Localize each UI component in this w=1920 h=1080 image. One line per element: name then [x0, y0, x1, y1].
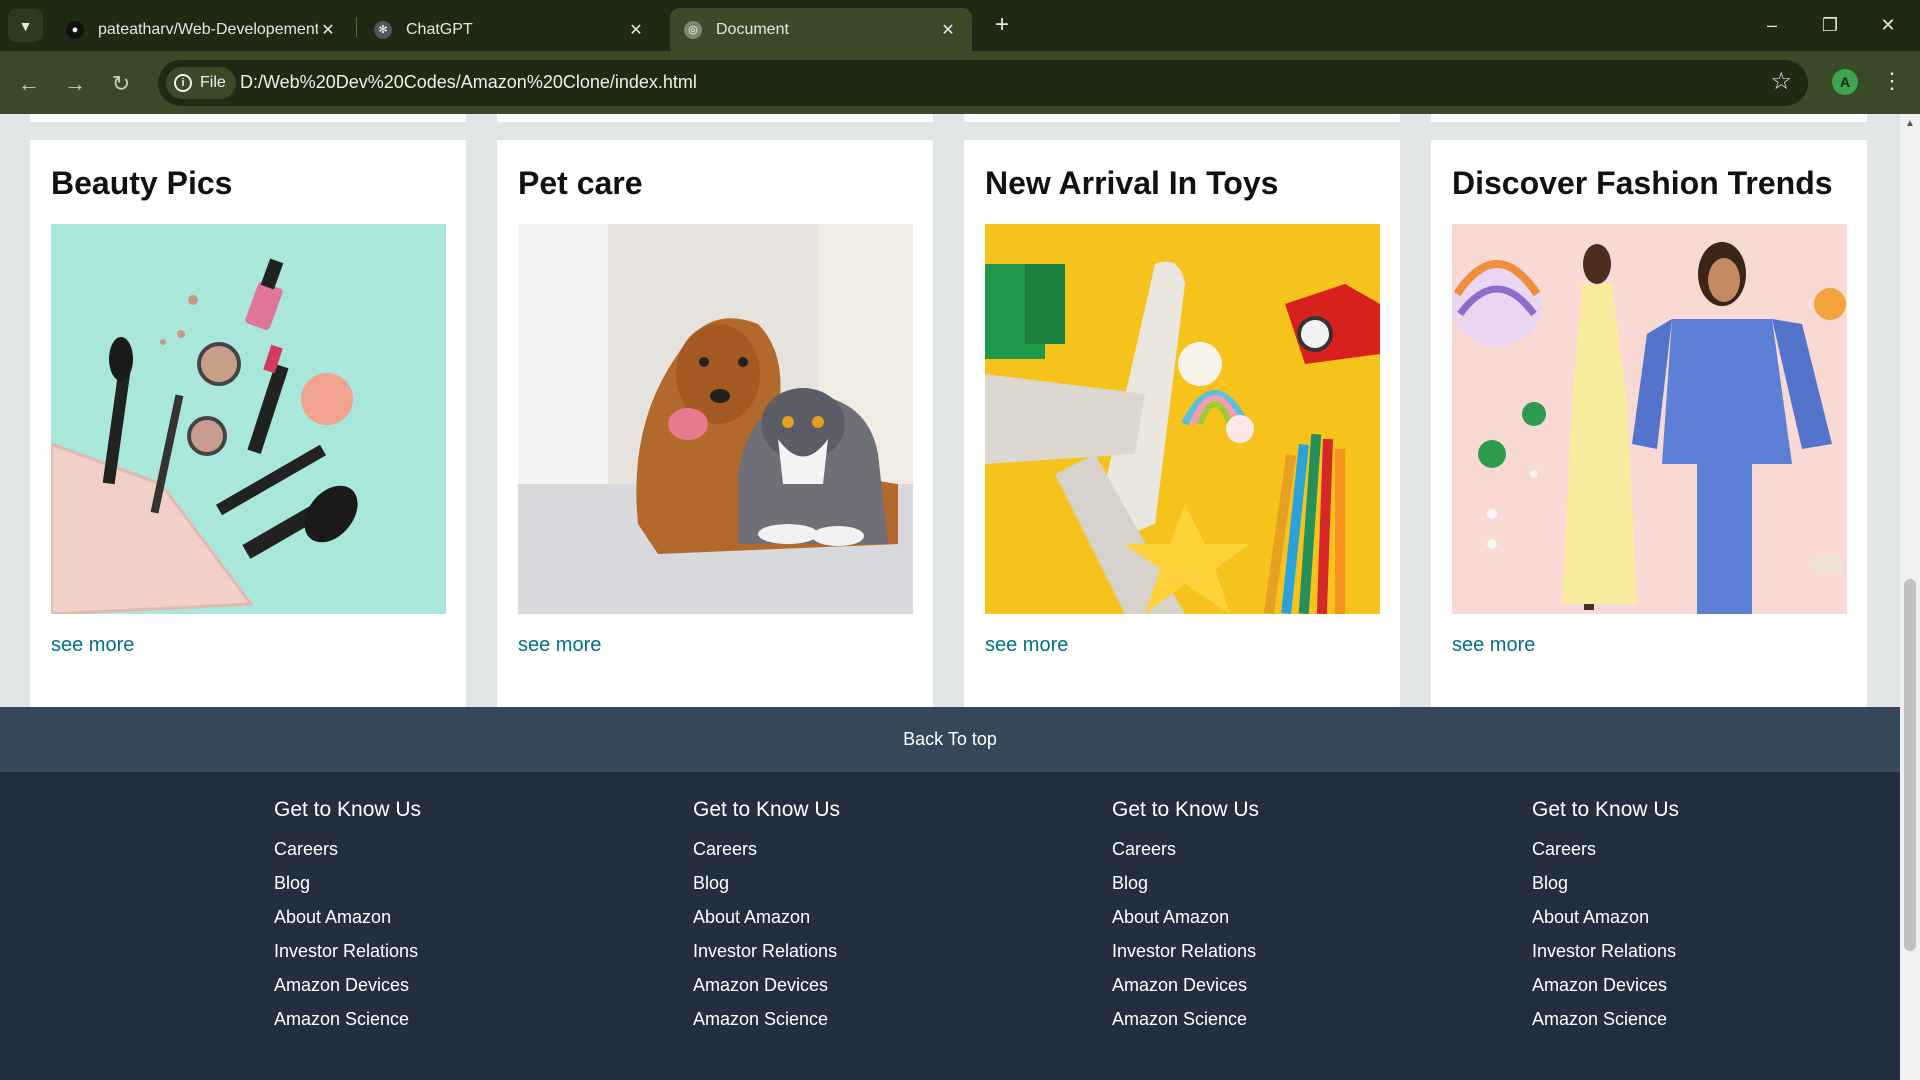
footer-link-blog[interactable]: Blog — [1532, 866, 1679, 900]
fashion-models-image[interactable] — [1452, 224, 1847, 614]
info-icon: i — [174, 74, 192, 92]
footer-link-amazon-devices[interactable]: Amazon Devices — [693, 968, 840, 1002]
close-tab-icon[interactable]: ✕ — [626, 20, 646, 40]
site-info-chip[interactable]: i File — [166, 67, 236, 99]
tab-github[interactable]: ● pateatharv/Web-Developement ✕ — [52, 8, 352, 51]
product-card-pet-care: Pet care see more — [497, 140, 933, 707]
card-title: Discover Fashion Trends — [1452, 165, 1833, 201]
address-bar[interactable]: i File D:/Web%20Dev%20Codes/Amazon%20Clo… — [158, 60, 1808, 106]
footer-column-heading: Get to Know Us — [274, 798, 422, 821]
previous-card-edge — [497, 114, 933, 122]
footer-link-careers[interactable]: Careers — [1112, 832, 1259, 866]
previous-card-edge — [964, 114, 1400, 122]
footer-link-investor-relations[interactable]: Investor Relations — [274, 934, 421, 968]
browser-menu-icon[interactable]: ⋮ — [1880, 64, 1904, 98]
browser-tab-strip: ▼ ● pateatharv/Web-Developement ✕ ✻ Chat… — [0, 0, 1920, 51]
footer-link-investor-relations[interactable]: Investor Relations — [693, 934, 840, 968]
footer-link-about-amazon[interactable]: About Amazon — [1532, 900, 1679, 934]
forward-arrow-icon[interactable]: → — [58, 67, 92, 101]
back-to-top-button[interactable]: Back To top — [0, 707, 1900, 772]
footer-column: Get to Know Us Careers Blog About Amazon… — [693, 798, 840, 1036]
footer-link-careers[interactable]: Careers — [1532, 832, 1679, 866]
tab-search-chevron-icon[interactable]: ▼ — [8, 9, 43, 42]
product-card-fashion: Discover Fashion Trends see more — [1431, 140, 1867, 707]
bookmark-star-icon[interactable]: ☆ — [1770, 69, 1792, 95]
tab-chatgpt[interactable]: ✻ ChatGPT ✕ — [360, 8, 660, 51]
previous-card-edge — [1431, 114, 1867, 122]
close-tab-icon[interactable]: ✕ — [938, 20, 958, 40]
footer-column: Get to Know Us Careers Blog About Amazon… — [1532, 798, 1679, 1036]
footer-link-amazon-science[interactable]: Amazon Science — [693, 1002, 840, 1036]
product-card-toys: New Arrival In Toys see more — [964, 140, 1400, 707]
footer-column-heading: Get to Know Us — [693, 798, 841, 821]
tab-title: Document — [716, 20, 789, 38]
reload-icon[interactable]: ↻ — [104, 67, 138, 101]
card-title: Pet care — [518, 165, 643, 201]
footer-link-amazon-science[interactable]: Amazon Science — [1112, 1002, 1259, 1036]
footer-link-investor-relations[interactable]: Investor Relations — [1532, 934, 1679, 968]
restore-icon[interactable]: ❐ — [1810, 10, 1850, 40]
close-tab-icon[interactable]: ✕ — [318, 20, 338, 40]
github-icon: ● — [66, 20, 84, 39]
footer: Get to Know Us Careers Blog About Amazon… — [0, 772, 1900, 1080]
card-title: New Arrival In Toys — [985, 165, 1279, 201]
scroll-up-arrow-icon[interactable]: ▲ — [1900, 118, 1920, 129]
footer-link-amazon-science[interactable]: Amazon Science — [274, 1002, 421, 1036]
footer-link-amazon-devices[interactable]: Amazon Devices — [274, 968, 421, 1002]
see-more-link[interactable]: see more — [985, 634, 1068, 657]
footer-link-amazon-devices[interactable]: Amazon Devices — [1112, 968, 1259, 1002]
previous-card-edge — [30, 114, 466, 122]
globe-icon: ◎ — [684, 20, 702, 39]
new-tab-plus-icon[interactable]: + — [988, 12, 1016, 40]
toys-flatlay-image[interactable] — [985, 224, 1380, 614]
footer-link-careers[interactable]: Careers — [274, 832, 421, 866]
see-more-link[interactable]: see more — [51, 634, 134, 657]
tab-title: pateatharv/Web-Developement — [98, 20, 318, 38]
tab-document[interactable]: ◎ Document ✕ — [670, 8, 972, 51]
footer-link-about-amazon[interactable]: About Amazon — [274, 900, 421, 934]
site-chip-label: File — [200, 74, 226, 91]
footer-link-blog[interactable]: Blog — [1112, 866, 1259, 900]
url-text[interactable]: D:/Web%20Dev%20Codes/Amazon%20Clone/inde… — [240, 72, 697, 93]
footer-column: Get to Know Us Careers Blog About Amazon… — [274, 798, 421, 1036]
footer-link-blog[interactable]: Blog — [693, 866, 840, 900]
makeup-flatlay-image[interactable] — [51, 224, 446, 614]
close-window-icon[interactable]: ✕ — [1868, 10, 1908, 40]
footer-column: Get to Know Us Careers Blog About Amazon… — [1112, 798, 1259, 1036]
tab-separator — [356, 17, 357, 37]
footer-link-blog[interactable]: Blog — [274, 866, 421, 900]
page-viewport: Beauty Pics see more Pet care see more N… — [0, 114, 1900, 1080]
see-more-link[interactable]: see more — [518, 634, 601, 657]
product-card-beauty: Beauty Pics see more — [30, 140, 466, 707]
browser-toolbar: ← → ↻ i File D:/Web%20Dev%20Codes/Amazon… — [0, 51, 1920, 114]
tab-title: ChatGPT — [406, 20, 473, 38]
profile-avatar[interactable]: A — [1832, 69, 1858, 95]
footer-link-amazon-science[interactable]: Amazon Science — [1532, 1002, 1679, 1036]
see-more-link[interactable]: see more — [1452, 634, 1535, 657]
footer-link-amazon-devices[interactable]: Amazon Devices — [1532, 968, 1679, 1002]
footer-link-careers[interactable]: Careers — [693, 832, 840, 866]
footer-link-about-amazon[interactable]: About Amazon — [1112, 900, 1259, 934]
openai-icon: ✻ — [374, 20, 392, 39]
back-arrow-icon[interactable]: ← — [12, 67, 46, 101]
footer-column-heading: Get to Know Us — [1112, 798, 1260, 821]
footer-link-investor-relations[interactable]: Investor Relations — [1112, 934, 1259, 968]
card-title: Beauty Pics — [51, 165, 233, 201]
footer-column-heading: Get to Know Us — [1532, 798, 1680, 821]
minimize-icon[interactable]: – — [1752, 10, 1792, 40]
scrollbar-thumb[interactable] — [1904, 579, 1916, 951]
page-scrollbar[interactable]: ▲ — [1900, 114, 1920, 1080]
dog-and-cat-image[interactable] — [518, 224, 913, 614]
footer-link-about-amazon[interactable]: About Amazon — [693, 900, 840, 934]
